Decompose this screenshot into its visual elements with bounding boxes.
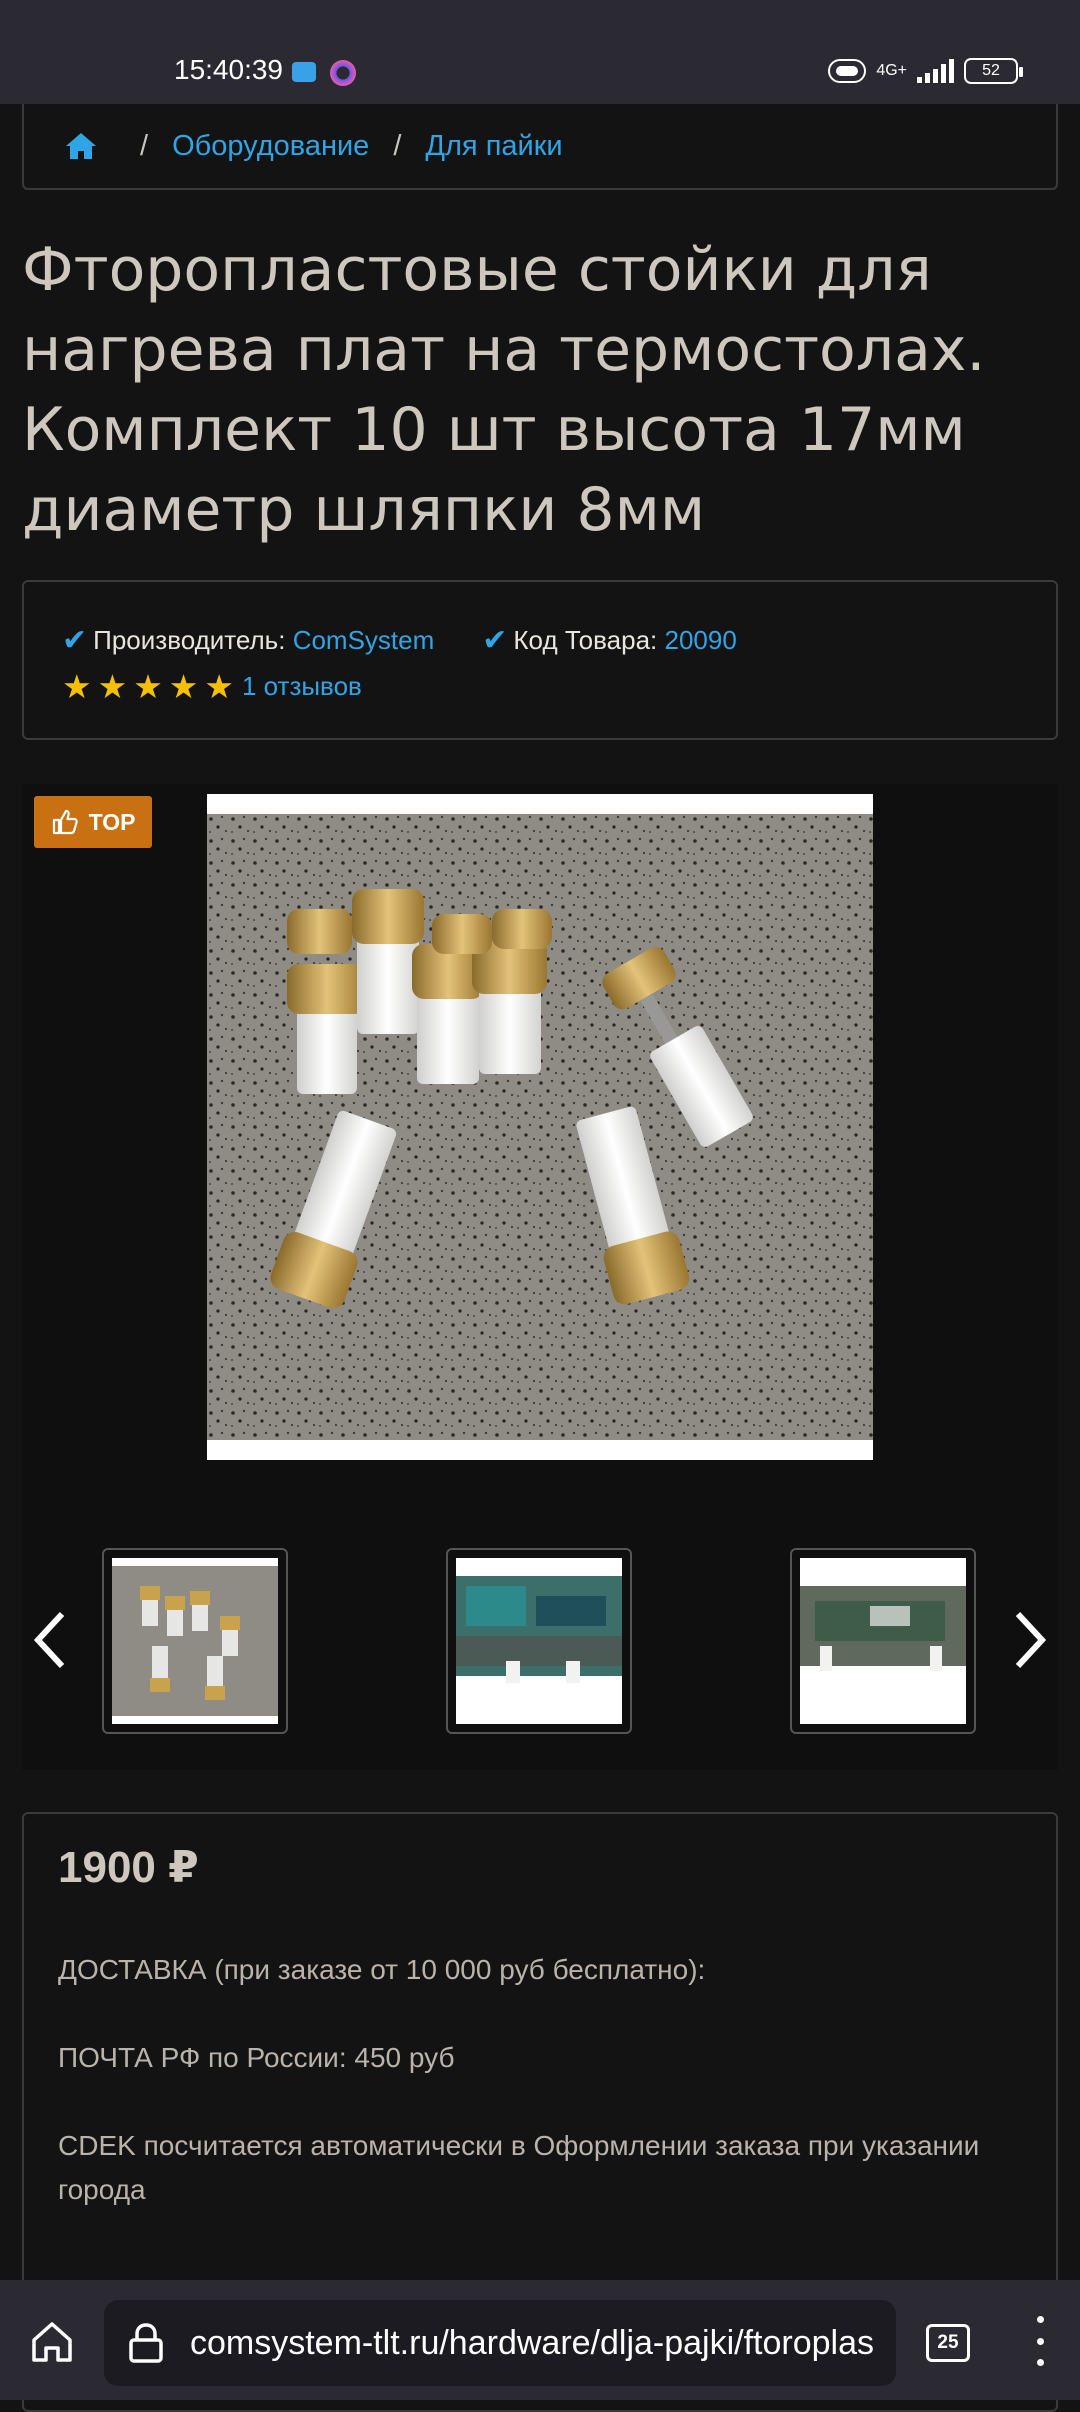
product-price: 1900 ₽	[58, 1843, 199, 1892]
thumbnail-3[interactable]	[790, 1548, 976, 1734]
vibrate-icon	[828, 59, 867, 83]
product-meta: ✔ Производитель: ComSystem ✔ Код Товара:…	[22, 580, 1058, 740]
delivery-post: ПОЧТА РФ по России: 450 руб	[58, 2042, 455, 2073]
url-text[interactable]: comsystem-tlt.ru/hardware/dlja-pajki/fto…	[190, 2324, 874, 2363]
top-badge: TOP	[34, 796, 152, 848]
check-icon: ✔	[62, 623, 88, 657]
thumbnail-image	[800, 1586, 966, 1671]
breadcrumb: / Оборудование / Для пайки	[22, 104, 1058, 190]
breadcrumb-link-equipment[interactable]: Оборудование	[172, 130, 369, 163]
product-gallery: TOP	[22, 784, 1058, 1770]
tabs-button[interactable]: 25	[926, 2324, 970, 2362]
manufacturer-link[interactable]: ComSystem	[293, 625, 435, 656]
home-icon[interactable]	[64, 131, 98, 161]
delivery-cdek: CDEK посчитается автоматически в Оформле…	[58, 2130, 980, 2205]
product-title: Фторопластовые стойки для нагрева плат н…	[22, 235, 986, 545]
signal-icon	[917, 59, 954, 83]
thumbnail-2[interactable]	[446, 1548, 632, 1734]
browser-toolbar: comsystem-tlt.ru/hardware/dlja-pajki/fto…	[0, 2280, 1080, 2400]
battery-icon: 52	[964, 58, 1023, 84]
rating-stars: ★ ★ ★ ★ ★	[62, 670, 234, 703]
thumbs-up-icon	[52, 809, 78, 835]
breadcrumb-link-soldering[interactable]: Для пайки	[425, 130, 562, 163]
thumbnail-image	[456, 1576, 622, 1683]
reviews-link[interactable]: 1 отзывов	[242, 671, 362, 702]
star-icon: ★	[204, 667, 234, 705]
main-product-photo[interactable]	[207, 794, 873, 1460]
manufacturer-label: Производитель:	[93, 624, 286, 655]
thumbnail-strip	[22, 1548, 1058, 1734]
app-notification-icon	[330, 60, 356, 86]
breadcrumb-separator: /	[140, 129, 149, 162]
chevron-right-icon[interactable]	[1010, 1608, 1050, 1672]
network-type: 4G+	[876, 62, 907, 79]
delivery-heading: ДОСТАВКА (при заказе от 10 000 руб беспл…	[58, 1954, 706, 1985]
check-icon: ✔	[482, 623, 508, 657]
product-code-label: Код Товара:	[513, 624, 658, 655]
standoffs-photo	[207, 814, 873, 1440]
star-icon: ★	[62, 667, 92, 705]
top-badge-label: TOP	[88, 808, 136, 835]
mail-notification-icon	[292, 62, 316, 82]
star-icon: ★	[97, 667, 128, 705]
lock-icon[interactable]	[128, 2323, 164, 2363]
star-icon: ★	[168, 667, 199, 705]
thumbnail-1[interactable]	[102, 1548, 288, 1734]
home-icon[interactable]	[28, 2318, 76, 2366]
breadcrumb-separator: /	[393, 129, 402, 162]
more-menu-icon[interactable]	[1028, 2316, 1052, 2366]
star-icon: ★	[133, 667, 163, 705]
url-field[interactable]: comsystem-tlt.ru/hardware/dlja-pajki/fto…	[104, 2300, 896, 2386]
product-code: 20090	[664, 624, 737, 655]
chevron-left-icon[interactable]	[30, 1608, 70, 1672]
thumbnail-image	[112, 1566, 278, 1716]
status-bar: 15:40:39 4G+ 52	[0, 0, 1080, 104]
status-time: 15:40:39	[174, 54, 283, 85]
